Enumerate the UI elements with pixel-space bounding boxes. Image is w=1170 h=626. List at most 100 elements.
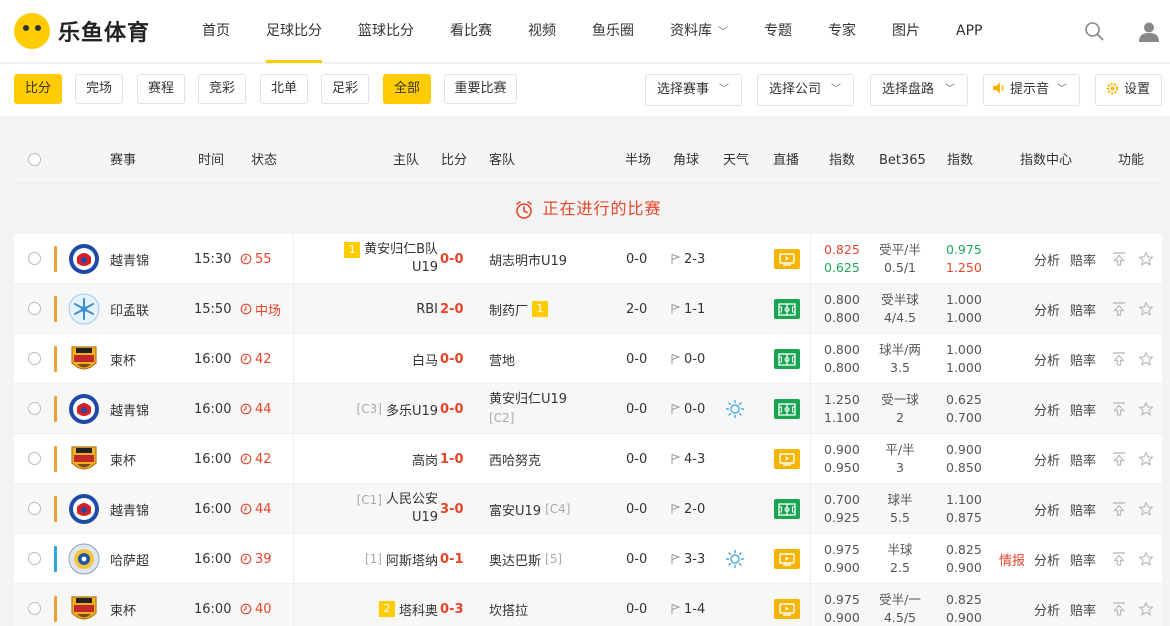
away-team[interactable]: 富安U19 [C4]: [489, 484, 570, 534]
search-icon[interactable]: [1084, 21, 1104, 41]
favorite-button[interactable]: [1138, 384, 1154, 434]
favorite-button[interactable]: [1138, 484, 1154, 534]
away-team[interactable]: 黄安归仁U19 [C2]: [489, 384, 567, 434]
match-score[interactable]: 1-0: [440, 434, 464, 484]
nav-item[interactable]: 专家: [810, 0, 874, 63]
home-team[interactable]: RBI: [416, 284, 438, 334]
odds-link[interactable]: 赔率: [1070, 484, 1096, 534]
league-name[interactable]: 越青锦: [110, 234, 149, 284]
video-live-button[interactable]: [774, 549, 800, 569]
nav-item[interactable]: 视频: [510, 0, 574, 63]
table-row[interactable]: 柬杯 16:00 42 高岗 1-0 西哈努克 0-0 4-3 0.900 0.950 平/半 3 0.…: [14, 434, 1162, 484]
tab-finished[interactable]: 完场: [75, 74, 123, 104]
nav-item[interactable]: 专题: [746, 0, 810, 63]
home-team[interactable]: 2 塔科奥: [375, 584, 438, 626]
select-company-dropdown[interactable]: 选择公司 ﹀: [757, 74, 854, 106]
favorite-button[interactable]: [1138, 434, 1154, 484]
nav-item[interactable]: APP: [938, 0, 1000, 63]
intel-link[interactable]: 情报: [999, 534, 1025, 584]
home-team[interactable]: [C3] 多乐U19: [357, 384, 438, 434]
away-team[interactable]: 制药厂 1: [489, 284, 552, 334]
nav-item[interactable]: 图片: [874, 0, 938, 63]
row-select-radio[interactable]: [28, 402, 41, 415]
animation-live-button[interactable]: [774, 399, 800, 419]
table-row[interactable]: 柬杯 16:00 40 2 塔科奥 0-3 坎搭拉 0-0 1-4 0.975 0.900 受半/一 4…: [14, 584, 1162, 626]
home-team[interactable]: 1 黄安归仁B队 U19: [340, 234, 438, 284]
home-team[interactable]: [1] 阿斯塔纳: [365, 534, 438, 584]
home-team[interactable]: [C1] 人民公安 U19: [357, 484, 438, 534]
league-name[interactable]: 越青锦: [110, 484, 149, 534]
odds-link[interactable]: 赔率: [1070, 434, 1096, 484]
away-team[interactable]: 坎搭拉: [489, 584, 528, 626]
nav-item[interactable]: 篮球比分: [340, 0, 432, 63]
animation-live-button[interactable]: [774, 499, 800, 519]
select-handicap-dropdown[interactable]: 选择盘路 ﹀: [870, 74, 968, 106]
odds-link[interactable]: 赔率: [1070, 584, 1096, 626]
tab-all[interactable]: 全部: [383, 74, 431, 104]
table-row[interactable]: 哈萨超 16:00 39 [1] 阿斯塔纳 0-1 奥达巴斯 [5] 0-0 3-3 0.975 0.…: [14, 534, 1162, 584]
league-name[interactable]: 哈萨超: [110, 534, 149, 584]
nav-item[interactable]: 首页: [184, 0, 248, 63]
select-league-dropdown[interactable]: 选择赛事 ﹀: [645, 74, 742, 106]
favorite-button[interactable]: [1138, 284, 1154, 334]
match-score[interactable]: 0-1: [440, 534, 464, 584]
nav-item[interactable]: 资料库 ﹀: [652, 0, 746, 63]
match-score[interactable]: 2-0: [440, 284, 464, 334]
favorite-button[interactable]: [1138, 334, 1154, 384]
league-name[interactable]: 越青锦: [110, 384, 149, 434]
away-team[interactable]: 奥达巴斯 [5]: [489, 534, 562, 584]
video-live-button[interactable]: [774, 449, 800, 469]
video-live-button[interactable]: [774, 599, 800, 619]
pin-top-button[interactable]: [1111, 584, 1127, 626]
away-team[interactable]: 西哈努克: [489, 434, 541, 484]
user-avatar-icon[interactable]: [1138, 21, 1160, 43]
analysis-link[interactable]: 分析: [1034, 384, 1060, 434]
pin-top-button[interactable]: [1111, 284, 1127, 334]
odds-link[interactable]: 赔率: [1070, 284, 1096, 334]
tab-important[interactable]: 重要比赛: [444, 74, 517, 104]
row-select-radio[interactable]: [28, 552, 41, 565]
analysis-link[interactable]: 分析: [1034, 584, 1060, 626]
tab-zucai[interactable]: 足彩: [321, 74, 369, 104]
favorite-button[interactable]: [1138, 584, 1154, 626]
analysis-link[interactable]: 分析: [1034, 284, 1060, 334]
match-score[interactable]: 0-0: [440, 234, 464, 284]
video-live-button[interactable]: [774, 249, 800, 269]
table-row[interactable]: 越青锦 15:30 55 1 黄安归仁B队 U19 0-0 胡志明市U19 0-0 2-3 0.82…: [14, 234, 1162, 284]
analysis-link[interactable]: 分析: [1034, 484, 1060, 534]
away-team[interactable]: 营地: [489, 334, 515, 384]
select-all-radio[interactable]: [28, 153, 41, 166]
pin-top-button[interactable]: [1111, 234, 1127, 284]
brand-logo[interactable]: 乐鱼体育: [14, 13, 150, 49]
home-team[interactable]: 高岗: [412, 434, 438, 484]
sound-dropdown[interactable]: 提示音 ﹀: [983, 74, 1080, 106]
match-score[interactable]: 0-3: [440, 584, 464, 626]
league-name[interactable]: 印孟联: [110, 284, 149, 334]
row-select-radio[interactable]: [28, 302, 41, 315]
odds-link[interactable]: 赔率: [1070, 384, 1096, 434]
row-select-radio[interactable]: [28, 602, 41, 615]
pin-top-button[interactable]: [1111, 534, 1127, 584]
odds-link[interactable]: 赔率: [1070, 334, 1096, 384]
league-name[interactable]: 柬杯: [110, 434, 136, 484]
table-row[interactable]: 印孟联 15:50 中场 RBI 2-0 制药厂 1 2-0 1-1 0.800 0.800 受半球 4…: [14, 284, 1162, 334]
row-select-radio[interactable]: [28, 452, 41, 465]
analysis-link[interactable]: 分析: [1034, 534, 1060, 584]
league-name[interactable]: 柬杯: [110, 334, 136, 384]
analysis-link[interactable]: 分析: [1034, 234, 1060, 284]
nav-item[interactable]: 看比赛: [432, 0, 510, 63]
tab-schedule[interactable]: 赛程: [137, 74, 185, 104]
nav-item[interactable]: 鱼乐圈: [574, 0, 652, 63]
odds-link[interactable]: 赔率: [1070, 534, 1096, 584]
pin-top-button[interactable]: [1111, 434, 1127, 484]
pin-top-button[interactable]: [1111, 334, 1127, 384]
animation-live-button[interactable]: [774, 299, 800, 319]
match-score[interactable]: 0-0: [440, 384, 464, 434]
tab-jingcai[interactable]: 竞彩: [198, 74, 246, 104]
analysis-link[interactable]: 分析: [1034, 334, 1060, 384]
row-select-radio[interactable]: [28, 502, 41, 515]
league-name[interactable]: 柬杯: [110, 584, 136, 626]
pin-top-button[interactable]: [1111, 384, 1127, 434]
match-score[interactable]: 0-0: [440, 334, 464, 384]
analysis-link[interactable]: 分析: [1034, 434, 1060, 484]
